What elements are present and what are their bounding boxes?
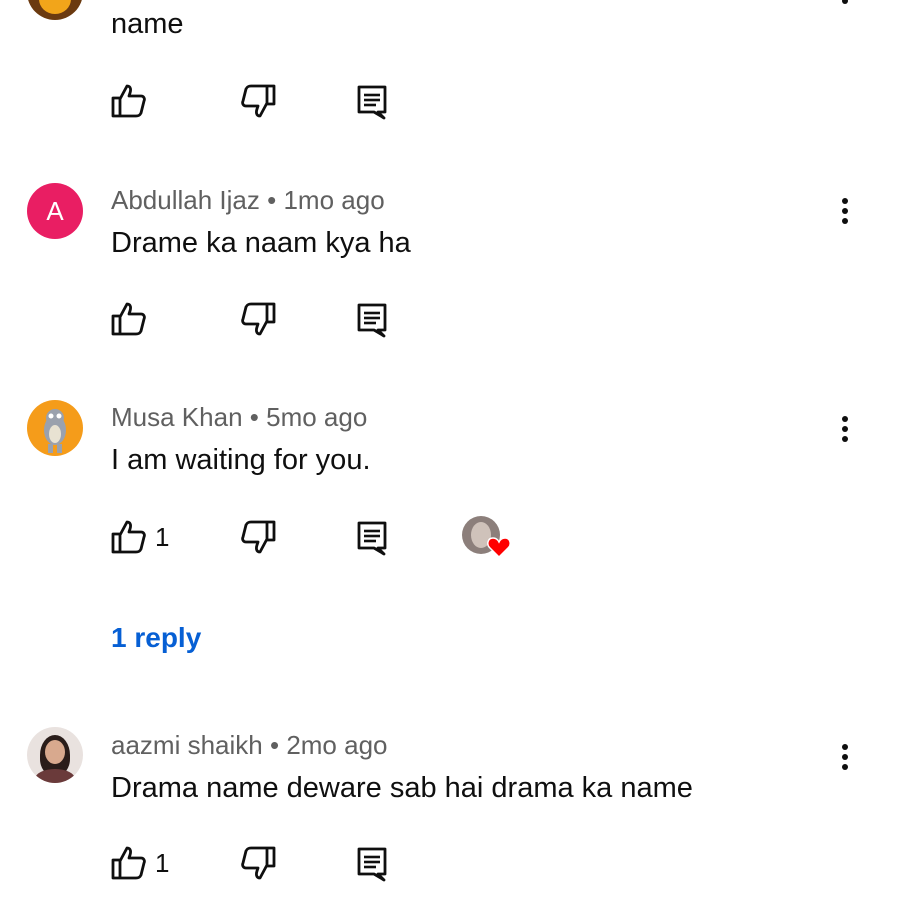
avatar[interactable] [27, 727, 83, 783]
avatar-letter: A [46, 196, 64, 226]
like-button[interactable] [109, 81, 149, 121]
like-count: 1 [155, 848, 170, 878]
like-icon [109, 81, 149, 121]
more-options-button[interactable] [830, 190, 860, 230]
reply-button[interactable] [352, 517, 392, 557]
separator: • [269, 730, 280, 760]
like-button[interactable] [109, 517, 149, 557]
like-icon [109, 299, 149, 339]
like-button[interactable] [109, 299, 149, 339]
dislike-icon [238, 81, 278, 121]
dislike-icon [238, 843, 278, 883]
reply-button[interactable] [352, 843, 392, 883]
avatar[interactable] [27, 400, 83, 456]
dislike-button[interactable] [238, 843, 278, 883]
more-vert-icon [842, 208, 848, 214]
avatar[interactable]: A [27, 183, 83, 239]
separator: • [249, 402, 259, 432]
comment-meta: Abdullah Ijaz • 1mo ago [111, 185, 385, 216]
like-count: 1 [155, 522, 170, 552]
more-vert-icon [842, 754, 848, 760]
author-name[interactable]: aazmi shaikh [111, 730, 263, 760]
reply-icon [352, 843, 392, 883]
separator: • [267, 185, 277, 215]
reply-icon [352, 81, 392, 121]
dislike-button[interactable] [238, 299, 278, 339]
more-vert-icon [842, 0, 848, 4]
more-options-button[interactable] [830, 0, 860, 18]
like-button[interactable] [109, 843, 149, 883]
author-name[interactable]: Musa Khan [111, 402, 243, 432]
comment-text: Drame ka naam kya ha [111, 227, 411, 259]
dislike-button[interactable] [238, 517, 278, 557]
cartoon-cat-avatar-icon [44, 409, 66, 453]
view-replies-link[interactable]: 1 reply [111, 622, 201, 654]
more-vert-icon [842, 426, 848, 432]
heart-icon [487, 537, 511, 558]
author-name[interactable]: Abdullah Ijaz [111, 185, 260, 215]
timestamp: 5mo ago [266, 402, 368, 432]
reply-button[interactable] [352, 81, 392, 121]
dislike-icon [238, 299, 278, 339]
comment-text: Drama name deware sab hai drama ka name [111, 772, 693, 804]
like-icon [109, 517, 149, 557]
more-options-button[interactable] [830, 736, 860, 776]
reply-icon [352, 299, 392, 339]
timestamp: 2mo ago [286, 730, 388, 760]
avatar[interactable] [27, 0, 83, 20]
reply-icon [352, 517, 392, 557]
comment-text: name [111, 8, 184, 40]
reply-button[interactable] [352, 299, 392, 339]
dislike-icon [238, 517, 278, 557]
comment-text: I am waiting for you. [111, 444, 371, 476]
timestamp: 1mo ago [283, 185, 385, 215]
more-options-button[interactable] [830, 408, 860, 448]
like-icon [109, 843, 149, 883]
dislike-button[interactable] [238, 81, 278, 121]
comment-meta: Musa Khan • 5mo ago [111, 402, 367, 433]
comment-meta: aazmi shaikh • 2mo ago [111, 730, 388, 761]
creator-heart [462, 516, 512, 560]
